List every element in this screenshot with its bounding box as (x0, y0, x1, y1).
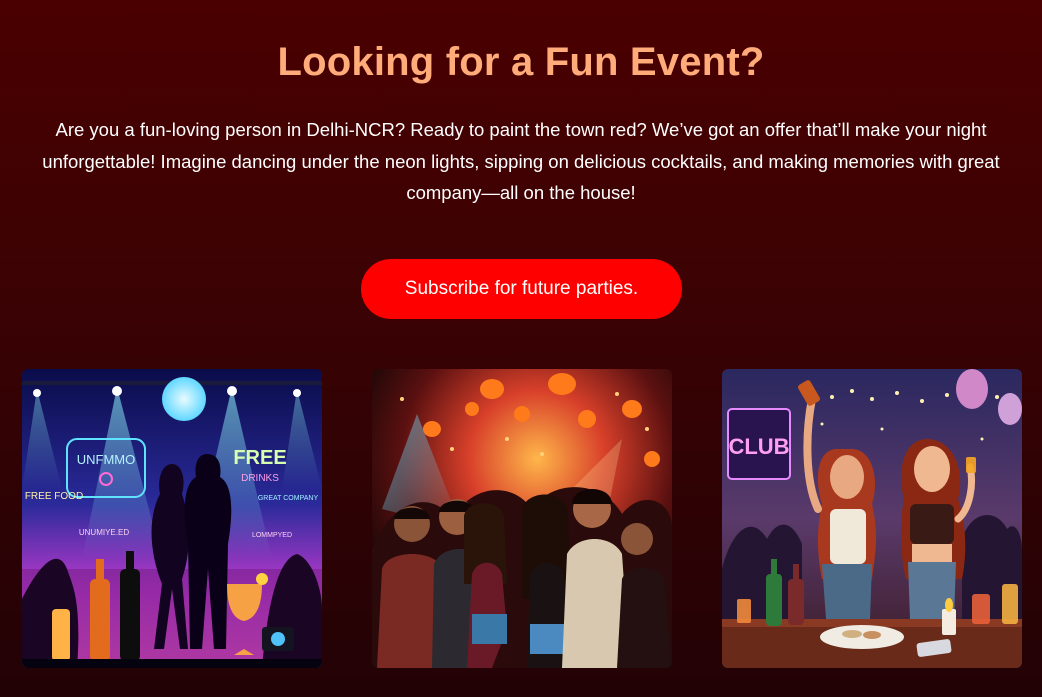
subscribe-button[interactable]: Subscribe for future parties. (361, 259, 682, 319)
neon-free-text: FREE (233, 447, 286, 469)
club-neon-sign: CLUB (728, 434, 789, 459)
neon-free-food-text: FREE FOOD (25, 491, 83, 502)
hero-description: Are you a fun-loving person in Delhi-NCR… (42, 119, 1000, 203)
neon-sign-text: UNFMMO (77, 452, 136, 467)
neon-drinks-text: DRINKS (241, 473, 279, 484)
page-title: Looking for a Fun Event? (277, 40, 765, 84)
gallery-image-neon-party: UNFMMO FREE DRINKS FREE FOOD GREAT COMPA… (22, 369, 322, 668)
neon-sign-text-2: UNUMIYE.ED (79, 528, 129, 537)
neon-sign-text-3: LOMMPYED (252, 532, 292, 539)
gallery-image-club-scene: CLUB (722, 369, 1022, 668)
neon-great-company-text: GREAT COMPANY (258, 495, 319, 502)
gallery-image-crowd-party (372, 369, 672, 668)
